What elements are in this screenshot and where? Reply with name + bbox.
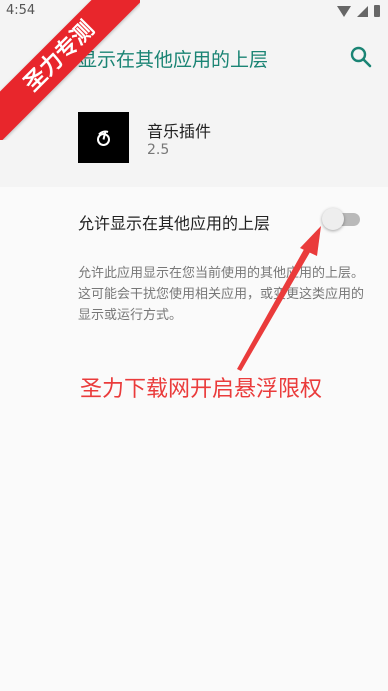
overlay-permission-switch[interactable]: [322, 206, 360, 232]
page-title: 显示在其他应用的上层: [78, 49, 269, 71]
app-version: 2.5: [147, 142, 170, 158]
search-button[interactable]: [348, 44, 374, 70]
status-bar: 4:54: [0, 0, 388, 24]
overlay-permission-row[interactable]: 允许显示在其他应用的上层: [0, 196, 388, 244]
app-name: 音乐插件: [147, 122, 212, 141]
annotation-text: 圣力下载网开启悬浮限权: [80, 377, 323, 402]
status-time: 4:54: [6, 3, 36, 18]
status-icons: [337, 5, 380, 17]
overlay-permission-label: 允许显示在其他应用的上层: [78, 214, 271, 233]
switch-thumb: [322, 208, 344, 230]
battery-icon: [374, 5, 380, 17]
wifi-icon: [337, 5, 351, 17]
app-bar: 显示在其他应用的上层: [0, 24, 388, 90]
search-icon: [350, 46, 372, 68]
permission-description: 允许此应用显示在您当前使用的其他应用的上层。这可能会干扰您使用相关应用，或变更这…: [78, 266, 365, 323]
signal-icon: [357, 5, 368, 17]
music-app-icon: [78, 112, 129, 163]
app-header: 音乐插件 2.5: [0, 90, 388, 187]
